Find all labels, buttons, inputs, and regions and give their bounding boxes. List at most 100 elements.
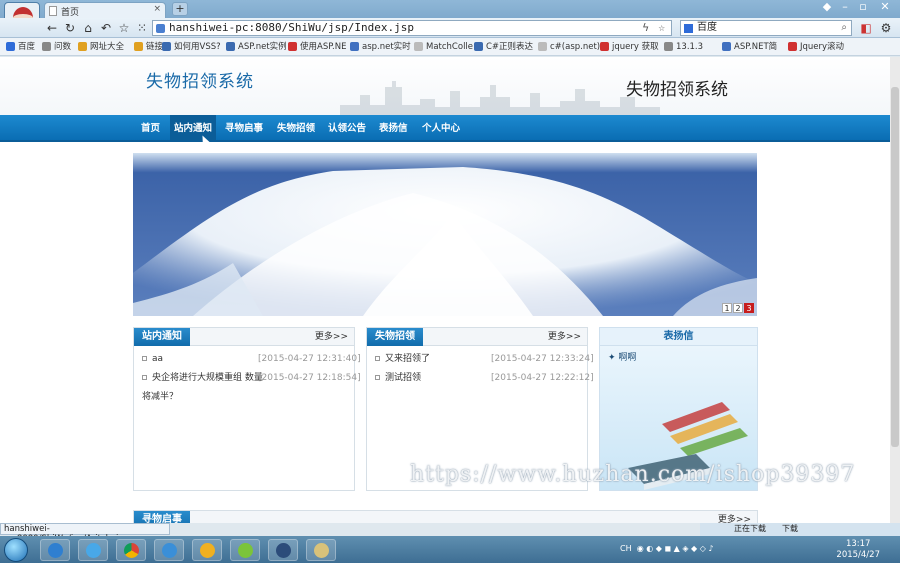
bookmark-favicon-icon — [162, 42, 171, 51]
list-item[interactable]: 测试招领 [2015-04-27 12:22:12] — [375, 369, 594, 388]
lost-item-title[interactable]: 又来招领了 — [385, 354, 430, 364]
nav-home[interactable]: 首页 — [137, 115, 164, 142]
web-page: 失物招领系统 失物招领系统 首页 站内通知 寻物启事 失物招领 认领公告 表扬信… — [0, 57, 890, 523]
s-app-icon — [276, 543, 291, 558]
bookmarks-bar: 百度 问数 网址大全 链接 如何用VSS? ASP.net实例 使用ASP.NE asp.ne… — [0, 38, 900, 56]
system-clock[interactable]: 13:17 2015/4/27 — [836, 539, 880, 561]
back-icon[interactable]: ← — [44, 20, 60, 36]
nav-profile[interactable]: 个人中心 — [418, 115, 464, 142]
sync-icon — [200, 543, 215, 558]
tray-icons[interactable]: ◉ ◐ ◆ ◼ ▲ ◈ ◆ ◇ ♪ — [634, 544, 714, 553]
browser-tab[interactable]: 首页 × — [44, 2, 166, 18]
star-icon[interactable]: ☆ — [116, 20, 132, 36]
taskbar-app-green[interactable] — [230, 539, 260, 561]
lost-item-date: [2015-04-27 12:22:12] — [491, 373, 594, 383]
taskbar-app-k[interactable] — [40, 539, 70, 561]
windows-taskbar: CH ◉ ◐ ◆ ◼ ▲ ◈ ◆ ◇ ♪ 13:17 2015/4/27 — [0, 536, 900, 563]
lightning-icon[interactable]: ϟ — [642, 21, 649, 35]
bookmark-item[interactable]: MatchColle — [414, 40, 473, 54]
site-info-icon — [156, 24, 165, 33]
search-engine-icon — [684, 24, 693, 33]
tab-title: 首页 — [61, 8, 80, 18]
lost-found-more-link[interactable]: 更多>> — [548, 328, 581, 346]
bookmark-label: ASP.net实例 — [238, 42, 287, 52]
bookmark-favicon-icon — [6, 42, 15, 51]
bullet-icon — [142, 356, 147, 361]
search-notice-more-link[interactable]: 更多>> — [718, 511, 751, 523]
bookmark-label: Jquery滚动 — [800, 42, 845, 52]
bookmark-item[interactable]: Jquery滚动 — [788, 40, 844, 54]
scrollbar-thumb[interactable] — [891, 87, 899, 447]
bullet-icon — [375, 375, 380, 380]
page-scrollbar[interactable] — [890, 57, 900, 523]
list-item[interactable]: 央企将进行大规模重组 数量将减半？ [2015-04-27 12:18:54] — [142, 369, 361, 407]
notice-item-date: [2015-04-27 12:18:54] — [258, 373, 361, 383]
download-status[interactable]: 正在下载 — [734, 523, 766, 535]
taskbar-app-chrome[interactable] — [116, 539, 146, 561]
bookmark-item[interactable]: 问数 — [42, 40, 71, 54]
bookmark-star-icon[interactable]: ☆ — [658, 21, 665, 35]
bookmark-label: asp.net实时 — [362, 42, 411, 52]
taskbar-app-sync[interactable] — [192, 539, 222, 561]
bookmark-item[interactable]: C#正则表达 — [474, 40, 533, 54]
nav-praise[interactable]: 表扬信 — [375, 115, 412, 142]
download-label[interactable]: 下载 — [782, 523, 798, 535]
tab-close-icon[interactable]: × — [153, 4, 161, 14]
nav-claim[interactable]: 认领公告 — [324, 115, 370, 142]
search-icon[interactable]: ⌕ — [841, 21, 847, 35]
bookmark-item[interactable]: 网址大全 — [78, 40, 124, 54]
notice-item-title[interactable]: aa — [152, 354, 163, 364]
taskbar-app-browser[interactable] — [78, 539, 108, 561]
download-strip: 正在下载 下载 — [700, 523, 900, 536]
bookmark-item[interactable]: 如何用VSS? — [162, 40, 221, 54]
site-title: 失物招领系统 — [146, 72, 254, 92]
bookmark-item[interactable]: 链接 — [134, 40, 163, 54]
bookmark-label: MatchColle — [426, 42, 474, 52]
bookmark-item[interactable]: c#(asp.net) — [538, 40, 600, 54]
bookmark-label: 使用ASP.NE — [300, 42, 347, 52]
list-item[interactable]: aa [2015-04-27 12:31:40] — [142, 350, 361, 369]
chrome-icon — [124, 543, 139, 558]
taskbar-app-bird[interactable] — [154, 539, 184, 561]
undo-icon[interactable]: ↶ — [98, 20, 114, 36]
bookmark-item[interactable]: jquery 获取 — [600, 40, 659, 54]
taskbar-app-tool[interactable] — [306, 539, 336, 561]
minimize-icon[interactable]: – — [836, 0, 854, 14]
extension-icon[interactable]: ◧ — [858, 20, 874, 36]
ocean-wake-image — [133, 153, 757, 316]
taskbar-app-s[interactable] — [268, 539, 298, 561]
reload-icon[interactable]: ↻ — [62, 20, 78, 36]
pager-page-1[interactable]: 1 — [722, 303, 732, 313]
browser-toolbar: ← ↻ ⌂ ↶ ☆ ⁙ hanshiwei-pc:8080/ShiWu/jsp/… — [0, 18, 900, 38]
start-button[interactable] — [4, 538, 28, 562]
bookmark-item[interactable]: 百度 — [6, 40, 35, 54]
bookmark-item[interactable]: 使用ASP.NE — [288, 40, 346, 54]
bookmark-item[interactable]: 13.1.3 — [664, 40, 703, 54]
apps-grid-icon[interactable]: ⁙ — [134, 20, 150, 36]
lost-item-title[interactable]: 测试招领 — [385, 373, 421, 383]
bookmark-label: 百度 — [18, 42, 36, 52]
ime-indicator[interactable]: CH — [620, 544, 632, 553]
notice-item-title[interactable]: 央企将进行大规模重组 数量将减半？ — [142, 373, 263, 402]
bookmark-favicon-icon — [134, 42, 143, 51]
page-favicon-icon — [49, 6, 57, 16]
wrench-icon[interactable]: ⚙ — [878, 20, 894, 36]
pager-page-2[interactable]: 2 — [733, 303, 743, 313]
new-tab-button[interactable]: + — [172, 2, 188, 16]
bookmark-label: 13.1.3 — [676, 42, 704, 52]
address-bar[interactable]: hanshiwei-pc:8080/ShiWu/jsp/Index.jsp ϟ … — [152, 20, 672, 36]
search-box[interactable]: 百度 ⌕ — [680, 20, 852, 36]
home-icon[interactable]: ⌂ — [80, 20, 96, 36]
bookmark-item[interactable]: ASP.NET简 — [722, 40, 777, 54]
maximize-icon[interactable]: ▫ — [854, 0, 872, 14]
notice-more-link[interactable]: 更多>> — [315, 328, 348, 346]
pager-page-3[interactable]: 3 — [744, 303, 754, 313]
window-close-icon[interactable]: ✕ — [876, 0, 894, 14]
list-item[interactable]: 又来招领了 [2015-04-27 12:33:24] — [375, 350, 594, 369]
banner-pager: 123 — [721, 301, 754, 314]
nav-lost-found[interactable]: 失物招领 — [273, 115, 319, 142]
nav-search-notice[interactable]: 寻物启事 — [221, 115, 267, 142]
bookmark-item[interactable]: ASP.net实例 — [226, 40, 287, 54]
bookmark-item[interactable]: asp.net实时 — [350, 40, 411, 54]
settings-icon[interactable]: ◆ — [818, 0, 836, 14]
